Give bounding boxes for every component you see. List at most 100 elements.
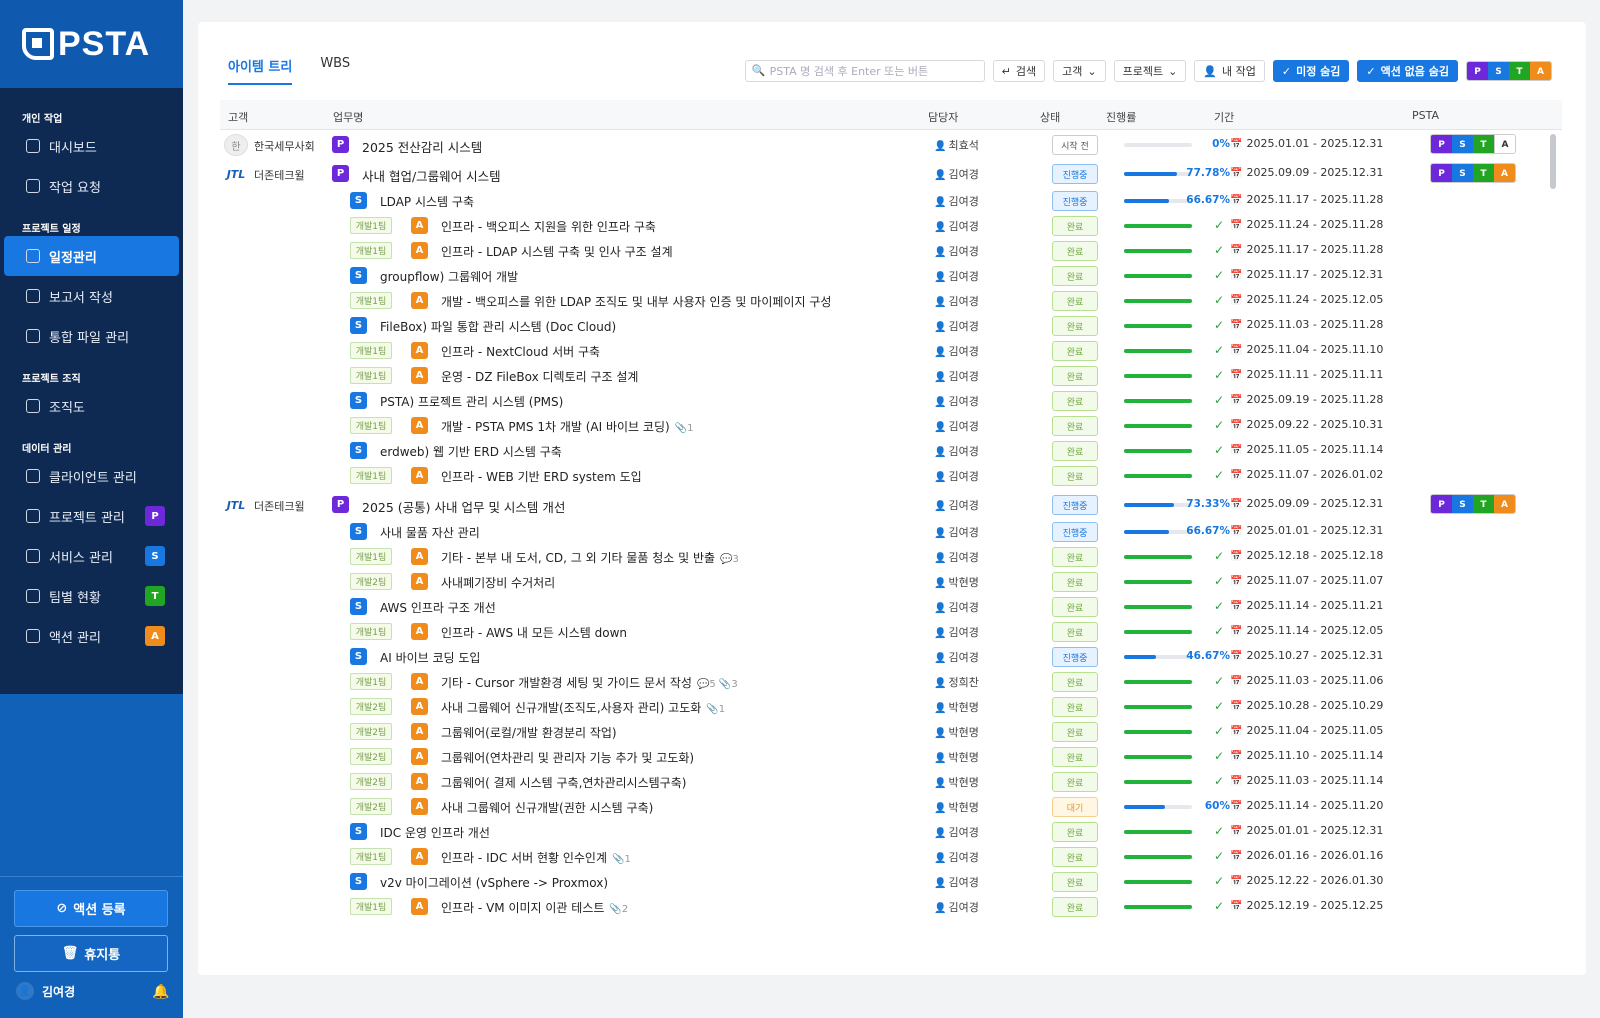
project-select[interactable]: 프로젝트 ⌄ bbox=[1113, 60, 1187, 82]
search-input[interactable]: 🔍 PSTA 명 검색 후 Enter 또는 버튼 bbox=[744, 60, 985, 82]
table-row[interactable]: 개발2팀 A 그룹웨어( 결제 시스템 구축,연차관리시스템구축) 박현명 완료 ✓ 202… bbox=[220, 769, 1550, 794]
task-name[interactable]: 개발 - 백오피스를 위한 LDAP 조직도 및 내부 사용자 인증 및 마이페… bbox=[441, 293, 831, 310]
hide-unfinished-toggle[interactable]: ✓ 미정 숨김 bbox=[1272, 60, 1350, 82]
bell-icon[interactable]: 🔔 bbox=[152, 984, 169, 1000]
task-name[interactable]: groupflow) 그룹웨어 개발 bbox=[380, 268, 518, 285]
user-profile[interactable]: 👤 김여경 bbox=[16, 982, 75, 1000]
table-row[interactable]: 개발2팀 A 사내폐기장비 수거처리 박현명 완료 ✓ 2025.11.07 - 2025.… bbox=[220, 569, 1550, 594]
task-name[interactable]: AI 바이브 코딩 도입 bbox=[380, 649, 480, 666]
task-name[interactable]: 사내 협업/그룹웨어 시스템 bbox=[362, 166, 501, 185]
sidebar-item[interactable]: 프로젝트 관리 P bbox=[0, 496, 183, 536]
task-name[interactable]: 2025 (공통) 사내 업무 및 시스템 개선 bbox=[362, 497, 565, 516]
psta-filter-p[interactable]: P bbox=[1467, 62, 1488, 80]
scrollbar[interactable] bbox=[1550, 134, 1556, 189]
psta-filter-s[interactable]: S bbox=[1488, 62, 1509, 80]
table-row[interactable]: 개발2팀 A 그룹웨어(연차관리 및 관리자 기능 추가 및 고도화) 박현명 완료 ✓ 2… bbox=[220, 744, 1550, 769]
hide-no-action-toggle[interactable]: ✓ 액션 없음 숨김 bbox=[1357, 60, 1458, 82]
sidebar-item[interactable]: 작업 요청 bbox=[0, 166, 183, 206]
table-row[interactable]: 개발1팀 A 기타 - 본부 내 도서, CD, 그 외 기타 물품 청소 및 반출… bbox=[220, 544, 1550, 569]
task-name[interactable]: FileBox) 파일 통합 관리 시스템 (Doc Cloud) bbox=[380, 318, 616, 335]
tab-wbs[interactable]: WBS bbox=[320, 56, 350, 85]
table-row[interactable]: Serdweb) 웹 기반 ERD 시스템 구축 김여경 완료 ✓ 2025.11.05… bbox=[220, 438, 1550, 463]
table-row[interactable]: 개발1팀 A 인프라 - IDC 서버 현황 인수인계 📎1 김여경 완료 ✓ 2026.01… bbox=[220, 844, 1550, 869]
task-name[interactable]: PSTA) 프로젝트 관리 시스템 (PMS) bbox=[380, 393, 563, 410]
table-row[interactable]: 개발1팀 A 개발 - 백오피스를 위한 LDAP 조직도 및 내부 사용자 인증 … bbox=[220, 288, 1550, 313]
table-row[interactable]: Sgroupflow) 그룹웨어 개발 김여경 완료 ✓ 2025.11.17 - 20… bbox=[220, 263, 1550, 288]
level-badge: S bbox=[350, 523, 367, 540]
app-logo[interactable]: PSTA bbox=[22, 25, 150, 64]
task-name[interactable]: 그룹웨어(연차관리 및 관리자 기능 추가 및 고도화) bbox=[441, 749, 694, 766]
task-name[interactable]: 인프라 - VM 이미지 이관 테스트 📎2 bbox=[441, 899, 628, 916]
table-row[interactable]: 개발2팀 A 그룹웨어(로컬/개발 환경분리 작업) 박현명 완료 ✓ 2025.11.04… bbox=[220, 719, 1550, 744]
table-row[interactable]: S PSTA) 프로젝트 관리 시스템 (PMS) 김여경 완료 ✓ 2025.09.19… bbox=[220, 388, 1550, 413]
task-name[interactable]: 개발 - PSTA PMS 1차 개발 (AI 바이브 코딩) 📎1 bbox=[441, 418, 694, 435]
sidebar-item[interactable]: 대시보드 bbox=[0, 126, 183, 166]
task-name[interactable]: erdweb) 웹 기반 ERD 시스템 구축 bbox=[380, 443, 562, 460]
tab-item-tree[interactable]: 아이템 트리 bbox=[228, 56, 293, 85]
customer-select[interactable]: 고객 ⌄ bbox=[1053, 60, 1106, 82]
sidebar-item[interactable]: 보고서 작성 bbox=[0, 276, 183, 316]
task-name[interactable]: 인프라 - WEB 기반 ERD system 도입 bbox=[441, 468, 642, 485]
table-row[interactable]: 개발1팀 A 기타 - Cursor 개발환경 세팅 및 가이드 문서 작성 💬5 📎… bbox=[220, 669, 1550, 694]
action-register-button[interactable]: ⊘ 액션 등록 bbox=[14, 890, 168, 927]
task-name[interactable]: 사내 그룹웨어 신규개발(조직도,사용자 관리) 고도화 📎1 bbox=[441, 699, 725, 716]
sidebar-item[interactable]: 팀별 현황 T bbox=[0, 576, 183, 616]
task-name[interactable]: IDC 운영 인프라 개선 bbox=[380, 824, 490, 841]
task-name[interactable]: 그룹웨어( 결제 시스템 구축,연차관리시스템구축) bbox=[441, 774, 686, 791]
table-row[interactable]: JTL 더존테크윌 P 2025 (공통) 사내 업무 및 시스템 개선 김여경 진행중 7… bbox=[220, 492, 1550, 517]
task-name[interactable]: 인프라 - LDAP 시스템 구축 및 인사 구조 설계 bbox=[441, 243, 673, 260]
sidebar-item[interactable]: 액션 관리 A bbox=[0, 616, 183, 656]
table-row[interactable]: 개발1팀 A 운영 - DZ FileBox 디렉토리 구조 설계 김여경 완료 ✓ 202… bbox=[220, 363, 1550, 388]
task-name[interactable]: 인프라 - IDC 서버 현황 인수인계 📎1 bbox=[441, 849, 631, 866]
sidebar-item[interactable]: 서비스 관리 S bbox=[0, 536, 183, 576]
table-row[interactable]: 개발1팀 A 인프라 - LDAP 시스템 구축 및 인사 구조 설계 김여경 완료 ✓ 2… bbox=[220, 238, 1550, 263]
task-name[interactable]: LDAP 시스템 구축 bbox=[380, 193, 474, 210]
task-name[interactable]: 운영 - DZ FileBox 디렉토리 구조 설계 bbox=[441, 368, 638, 385]
table-row[interactable]: 개발1팀 A 개발 - PSTA PMS 1차 개발 (AI 바이브 코딩) 📎1 김여… bbox=[220, 413, 1550, 438]
task-name[interactable]: 기타 - Cursor 개발환경 세팅 및 가이드 문서 작성 💬5 📎3 bbox=[441, 674, 738, 691]
table-row[interactable]: S 사내 물품 자산 관리 김여경 진행중 66.67%2025.01.01 - 202… bbox=[220, 519, 1550, 544]
table-row[interactable]: S IDC 운영 인프라 개선 김여경 완료 ✓ 2025.01.01 - 2025.12… bbox=[220, 819, 1550, 844]
table-row[interactable]: 개발1팀 A 인프라 - WEB 기반 ERD system 도입 김여경 완료 ✓ 202… bbox=[220, 463, 1550, 488]
logo-mark-icon bbox=[22, 28, 54, 60]
table-row[interactable]: 개발1팀 A 인프라 - VM 이미지 이관 테스트 📎2 김여경 완료 ✓ 2025.12.… bbox=[220, 894, 1550, 919]
table-row[interactable]: S LDAP 시스템 구축 김여경 진행중 66.67%2025.11.17 - 202… bbox=[220, 188, 1550, 213]
trash-button[interactable]: 🗑 휴지통 bbox=[14, 935, 168, 972]
sidebar-item[interactable]: 조직도 bbox=[0, 386, 183, 426]
search-button[interactable]: ↵ 검색 bbox=[992, 60, 1046, 82]
table-row[interactable]: S FileBox) 파일 통합 관리 시스템 (Doc Cloud) 김여경 완료 ✓… bbox=[220, 313, 1550, 338]
sidebar-item[interactable]: 일정관리 bbox=[4, 236, 179, 276]
task-name[interactable]: v2v 마이그레이션 (vSphere -> Proxmox) bbox=[380, 874, 608, 891]
task-name[interactable]: 사내 물품 자산 관리 bbox=[380, 524, 480, 541]
task-name[interactable]: 인프라 - AWS 내 모든 시스템 down bbox=[441, 624, 627, 641]
progress-bar bbox=[1124, 399, 1192, 403]
task-name[interactable]: 사내폐기장비 수거처리 bbox=[441, 574, 555, 591]
task-name[interactable]: 사내 그룹웨어 신규개발(권한 시스템 구축) bbox=[441, 799, 653, 816]
check-icon: ✓ bbox=[1366, 64, 1376, 78]
table-row[interactable]: Sv2v 마이그레이션 (vSphere -> Proxmox) 김여경 완료 ✓ 20… bbox=[220, 869, 1550, 894]
sidebar-item[interactable]: 통합 파일 관리 bbox=[0, 316, 183, 356]
table-row[interactable]: S AWS 인프라 구조 개선 김여경 완료 ✓ 2025.11.14 - 2025.11… bbox=[220, 594, 1550, 619]
table-row[interactable]: S AI 바이브 코딩 도입 김여경 진행중 46.67%2025.10.27 - 20… bbox=[220, 644, 1550, 669]
task-name[interactable]: AWS 인프라 구조 개선 bbox=[380, 599, 496, 616]
psta-filter-t[interactable]: T bbox=[1509, 62, 1530, 80]
table-row[interactable]: 한 한국세무사회 P 2025 전산감리 시스템 최효석 시작 전 0%2025.01.01… bbox=[220, 132, 1550, 157]
team-badge: 개발1팀 bbox=[350, 342, 392, 359]
task-name[interactable]: 기타 - 본부 내 도서, CD, 그 외 기타 물품 청소 및 반출 💬3 bbox=[441, 549, 739, 566]
psta-filter[interactable]: P S T A bbox=[1466, 61, 1552, 81]
task-name-text: 사내 그룹웨어 신규개발(조직도,사용자 관리) 고도화 bbox=[441, 701, 702, 715]
task-name[interactable]: 2025 전산감리 시스템 bbox=[362, 137, 482, 156]
task-name[interactable]: 인프라 - 백오피스 지원을 위한 인프라 구축 bbox=[441, 218, 656, 235]
table-row[interactable]: 개발1팀 A 인프라 - AWS 내 모든 시스템 down 김여경 완료 ✓ 2025.1… bbox=[220, 619, 1550, 644]
psta-filter-a[interactable]: A bbox=[1530, 62, 1551, 80]
sidebar-item[interactable]: 클라이언트 관리 bbox=[0, 456, 183, 496]
table-row[interactable]: 개발2팀 A 사내 그룹웨어 신규개발(권한 시스템 구축) 박현명 대기 60%2025… bbox=[220, 794, 1550, 819]
table-row[interactable]: 개발1팀 A 인프라 - NextCloud 서버 구축 김여경 완료 ✓ 2025.11.… bbox=[220, 338, 1550, 363]
table-row[interactable]: 개발2팀 A 사내 그룹웨어 신규개발(조직도,사용자 관리) 고도화 📎1 박현명 완료… bbox=[220, 694, 1550, 719]
my-work-toggle[interactable]: 👤 내 작업 bbox=[1194, 60, 1265, 82]
task-name[interactable]: 인프라 - NextCloud 서버 구축 bbox=[441, 343, 600, 360]
status-badge: 완료 bbox=[1052, 897, 1098, 917]
table-row[interactable]: JTL 더존테크윌 P 사내 협업/그룹웨어 시스템 김여경 진행중 77.78%2025.… bbox=[220, 161, 1550, 186]
table-row[interactable]: 개발1팀 A 인프라 - 백오피스 지원을 위한 인프라 구축 김여경 완료 ✓ 2025.… bbox=[220, 213, 1550, 238]
task-name[interactable]: 그룹웨어(로컬/개발 환경분리 작업) bbox=[441, 724, 617, 741]
